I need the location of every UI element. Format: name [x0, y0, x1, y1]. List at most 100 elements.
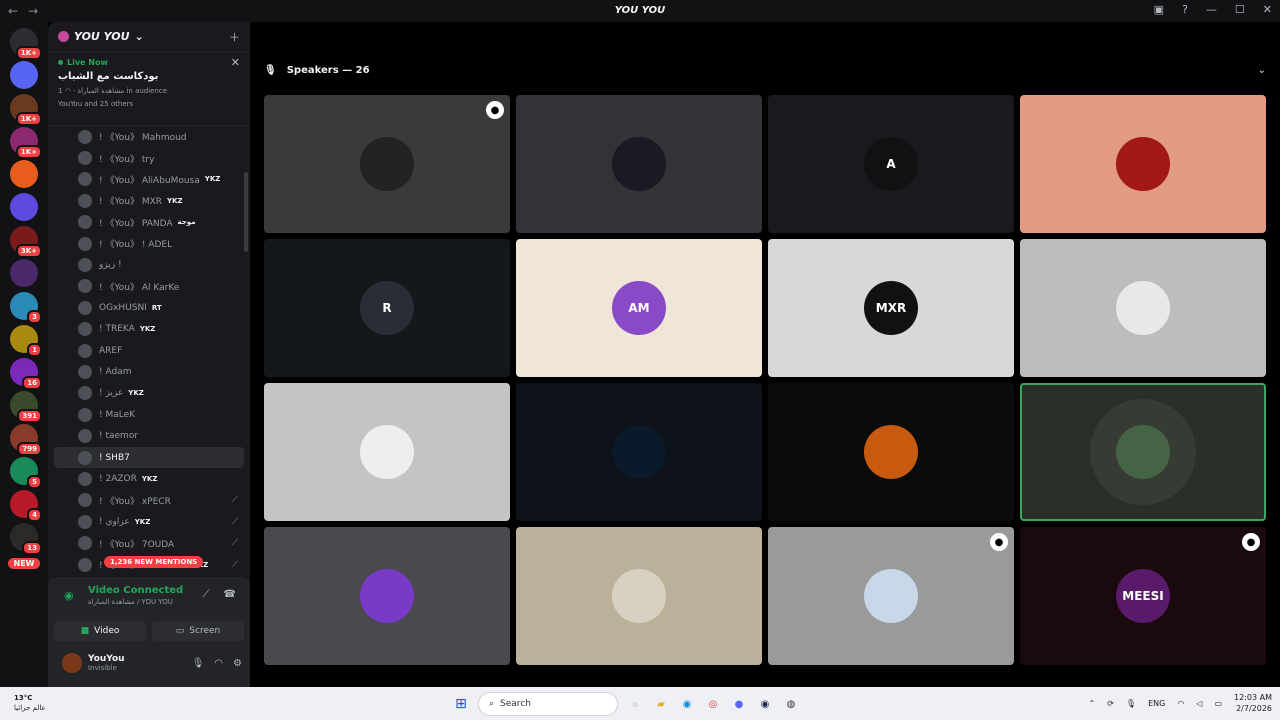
search-input[interactable]: ⌕ Search: [478, 692, 618, 716]
add-member-icon[interactable]: ＋: [229, 29, 240, 45]
close-icon[interactable]: ✕: [231, 56, 240, 69]
live-stage-card[interactable]: Live Now بودكاست مع الشباب مشاهدة المبار…: [48, 52, 250, 126]
speaker-tile[interactable]: [1020, 239, 1266, 377]
list-item[interactable]: ! 《You》 MXR YKZ: [48, 190, 250, 211]
chrome-icon[interactable]: ◎: [704, 695, 722, 713]
new-mentions-badge[interactable]: 1,236 NEW MENTIONS: [104, 556, 204, 568]
server-icon[interactable]: 799: [10, 424, 42, 456]
list-item[interactable]: ! MaLeK: [48, 404, 250, 425]
server-icon[interactable]: [10, 160, 38, 188]
list-item[interactable]: ! 《You》 try: [48, 147, 250, 168]
server-icon[interactable]: 1: [10, 325, 42, 357]
list-item[interactable]: ! 《You》 Al KarKe: [48, 276, 250, 297]
app-icon[interactable]: ◍: [782, 695, 800, 713]
list-item[interactable]: ! 《You》 ! ADEL: [48, 233, 250, 254]
avatar[interactable]: [62, 653, 82, 673]
start-icon[interactable]: ⊞: [452, 695, 470, 713]
speaker-tile[interactable]: A: [768, 95, 1014, 233]
chevron-up-icon[interactable]: ⌃: [1089, 699, 1096, 708]
speaker-tile[interactable]: [264, 527, 510, 665]
server-icon[interactable]: 1K+: [10, 94, 42, 126]
chevron-down-icon[interactable]: ⌄: [1258, 65, 1266, 76]
close-window-button[interactable]: ✕: [1263, 3, 1272, 16]
list-item[interactable]: ! 2AZOR YKZ: [48, 468, 250, 489]
list-item[interactable]: ! 《You》 7OUDA ⟋: [48, 532, 250, 553]
inbox-icon[interactable]: ▣: [1154, 3, 1164, 16]
clock[interactable]: 12:03 AM 2/7/2026: [1234, 692, 1272, 714]
speaker-tile[interactable]: ●: [264, 95, 510, 233]
speaker-tile[interactable]: R: [264, 239, 510, 377]
speaker-tile[interactable]: [1020, 95, 1266, 233]
server-icon[interactable]: 3K+: [10, 226, 42, 258]
speaker-tile[interactable]: [768, 383, 1014, 521]
list-item[interactable]: AREF: [48, 340, 250, 361]
member-name: ! 《You》 PANDA: [99, 218, 173, 229]
new-servers-badge[interactable]: NEW: [7, 558, 41, 569]
server-icon[interactable]: [10, 259, 38, 287]
list-item[interactable]: زيزو !: [48, 254, 250, 275]
noise-suppression-icon[interactable]: ⟋: [203, 589, 210, 600]
list-item[interactable]: ! taemor: [48, 425, 250, 446]
list-item[interactable]: ! 《You》 PANDA موجة: [48, 212, 250, 233]
microphone-icon[interactable]: 🎙︎: [192, 658, 205, 669]
speaker-tile[interactable]: AM: [516, 239, 762, 377]
user-area: YouYou Invisible 🎙︎ ◠ ⚙: [48, 645, 250, 681]
headphones-icon[interactable]: ◠: [214, 658, 223, 669]
server-icon[interactable]: 4: [10, 490, 42, 522]
server-icon[interactable]: 5: [10, 457, 42, 489]
server-icon[interactable]: 13: [10, 523, 42, 555]
wifi-icon[interactable]: ◠: [1177, 699, 1184, 708]
avatar: [78, 129, 92, 144]
volume-icon[interactable]: ◁: [1196, 699, 1202, 708]
minimize-button[interactable]: —: [1206, 3, 1217, 16]
notification-badge: 3: [27, 310, 42, 324]
server-icon[interactable]: 16: [10, 358, 42, 390]
guild-header[interactable]: YOU YOU ⌄ ＋: [48, 22, 250, 52]
steam-icon[interactable]: ◉: [756, 695, 774, 713]
speaker-tile[interactable]: MXR: [768, 239, 1014, 377]
file-explorer-icon[interactable]: ▰: [652, 695, 670, 713]
speaker-tile[interactable]: [1020, 383, 1266, 521]
server-icon[interactable]: [10, 61, 38, 89]
list-item[interactable]: ! 《You》 AliAbuMousa YKZ: [48, 169, 250, 190]
member-tag: YKZ: [141, 474, 158, 483]
gear-icon[interactable]: ⚙: [233, 658, 242, 669]
screen-share-icon: ▭: [175, 626, 185, 636]
weather-widget[interactable]: 13°C عالم جزائيا: [14, 693, 46, 713]
server-icon[interactable]: 3: [10, 292, 42, 324]
speaker-tile[interactable]: [516, 383, 762, 521]
server-icon[interactable]: 391: [10, 391, 42, 423]
discord-icon[interactable]: ●: [730, 695, 748, 713]
list-item[interactable]: ! SHB7: [54, 446, 244, 469]
speaker-tile[interactable]: [516, 527, 762, 665]
sync-icon[interactable]: ⟳: [1107, 699, 1114, 708]
disconnect-icon[interactable]: ☎: [224, 589, 236, 600]
microphone-icon[interactable]: 🎙︎: [1126, 699, 1136, 708]
scrollbar[interactable]: [244, 172, 248, 252]
server-icon[interactable]: [10, 193, 38, 221]
list-item[interactable]: ! Adam: [48, 361, 250, 382]
language-indicator[interactable]: ENG: [1148, 699, 1165, 708]
avatar: [78, 364, 92, 379]
list-item[interactable]: ! عزيز YKZ: [48, 383, 250, 404]
live-channel: مشاهدة المباراة: [77, 87, 125, 95]
member-name: ! عزيز: [99, 388, 124, 399]
server-icon[interactable]: 1K+: [10, 127, 42, 159]
list-item[interactable]: ! عزاوي YKZ ⟋: [48, 511, 250, 532]
speaker-tile[interactable]: MEESI ●: [1020, 527, 1266, 665]
speaker-tile[interactable]: ●: [768, 527, 1014, 665]
video-button[interactable]: ■ Video: [54, 621, 146, 641]
home-button[interactable]: 1K+: [10, 28, 42, 60]
battery-icon[interactable]: ▭: [1214, 699, 1222, 708]
speaker-tile[interactable]: [516, 95, 762, 233]
edge-icon[interactable]: ◉: [678, 695, 696, 713]
screen-button[interactable]: ▭ Screen: [152, 621, 244, 641]
list-item[interactable]: ! TREKA YKZ: [48, 319, 250, 340]
task-view-icon[interactable]: ▪: [626, 695, 644, 713]
list-item[interactable]: ! 《You》 xPECR ⟋: [48, 490, 250, 511]
maximize-button[interactable]: ☐: [1235, 3, 1245, 16]
list-item[interactable]: ! 《You》 Mahmoud: [48, 126, 250, 147]
help-icon[interactable]: ?: [1182, 3, 1188, 16]
list-item[interactable]: OGxHUSNI RT: [48, 297, 250, 318]
speaker-tile[interactable]: [264, 383, 510, 521]
